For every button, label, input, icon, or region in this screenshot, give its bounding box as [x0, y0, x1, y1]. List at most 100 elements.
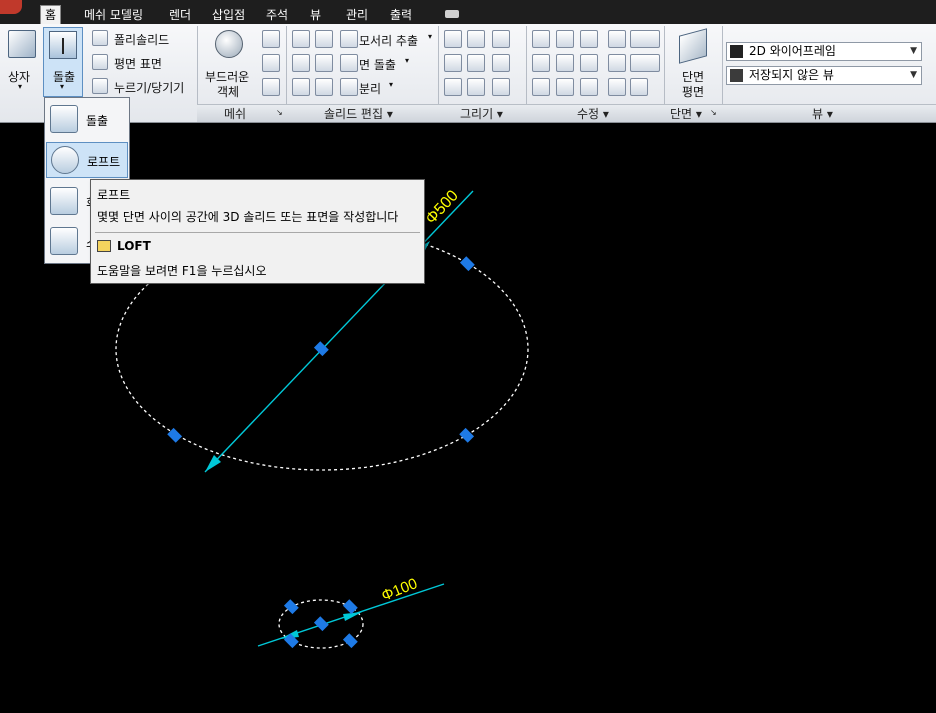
helix-icon[interactable] — [444, 30, 462, 48]
tab-render[interactable]: 렌더 — [165, 6, 195, 24]
spline-icon[interactable] — [444, 54, 462, 72]
ellipse-icon[interactable] — [492, 78, 510, 96]
rectangle-icon[interactable] — [467, 78, 485, 96]
sphere-mesh-icon — [215, 30, 243, 58]
section-plane-label2: 평면 — [682, 85, 705, 99]
convert-to-solid-icon[interactable] — [608, 54, 626, 72]
line-icon[interactable] — [467, 54, 485, 72]
3d-align-icon[interactable] — [608, 30, 626, 48]
tooltip-command: LOFT — [117, 239, 151, 253]
sweep-icon — [50, 227, 78, 255]
tab-overflow-icon[interactable] — [445, 10, 459, 18]
command-icon — [97, 240, 111, 252]
menu-item-loft[interactable]: 로프트 — [46, 142, 128, 178]
mesh-refine-icon[interactable] — [262, 30, 280, 48]
section-plane-icon — [679, 28, 707, 64]
section-plane-button[interactable]: 단면 평면 — [668, 28, 718, 99]
visual-style-dropdown[interactable]: 2D 와이어프레임 ▼ — [726, 42, 922, 61]
polyline-icon[interactable] — [492, 30, 510, 48]
polygon-icon[interactable] — [444, 78, 462, 96]
separate-button[interactable]: 분리 — [359, 80, 381, 97]
extrude-label: 돌출 — [53, 70, 76, 84]
3d-mirror-icon[interactable] — [556, 54, 574, 72]
slice-icon[interactable] — [315, 30, 333, 48]
rotate-icon[interactable] — [580, 54, 598, 72]
panel-modify[interactable]: 수정 ▾ — [577, 105, 609, 122]
tab-mesh-modeling[interactable]: 메쉬 모델링 — [80, 6, 147, 24]
application-menu-button[interactable] — [0, 0, 22, 14]
box-button[interactable]: 상자 ▾ — [4, 28, 38, 94]
tab-home[interactable]: 홈 — [40, 5, 62, 24]
fillet-icon[interactable] — [630, 54, 660, 72]
tab-output[interactable]: 출력 — [386, 6, 416, 24]
match-properties-icon[interactable] — [608, 78, 626, 96]
circle-icon[interactable] — [492, 54, 510, 72]
loft-tooltip: 로프트 몇몇 단면 사이의 공간에 3D 솔리드 또는 표면을 작성합니다 LO… — [90, 179, 425, 284]
tooltip-help: 도움말을 보려면 F1을 누르십시오 — [97, 264, 267, 278]
extract-edges-icon — [340, 30, 358, 48]
planar-surface-button[interactable]: 평면 표면 — [114, 55, 162, 72]
extrude-dropdown-icon: ▾ — [60, 82, 65, 91]
stretch-icon[interactable] — [580, 78, 598, 96]
separate-dropdown-icon[interactable]: ▾ — [389, 80, 393, 89]
chevron-down-icon: ▼ — [910, 70, 917, 80]
presspull-button[interactable]: 누르기/당기기 — [114, 79, 184, 96]
extract-edges-button[interactable]: 모서리 추출 — [359, 32, 418, 49]
trim-icon[interactable] — [630, 78, 648, 96]
face-extrude-icon — [340, 54, 358, 72]
panel-solid-edit[interactable]: 솔리드 편집 ▾ — [324, 105, 393, 122]
3d-rotate-icon[interactable] — [556, 30, 574, 48]
tooltip-description: 몇몇 단면 사이의 공간에 3D 솔리드 또는 표면을 작성합니다 — [97, 210, 399, 224]
union-icon[interactable] — [292, 30, 310, 48]
extract-edges-dropdown-icon[interactable]: ▾ — [428, 32, 432, 41]
planar-surface-icon — [92, 54, 108, 70]
panel-launcher-icon[interactable]: ↘ — [276, 108, 283, 117]
face-extrude-button[interactable]: 면 돌출 — [359, 56, 396, 73]
tooltip-title: 로프트 — [97, 188, 131, 202]
subtract-icon[interactable] — [292, 54, 310, 72]
tab-insert[interactable]: 삽입점 — [208, 6, 249, 24]
wireframe-icon — [730, 45, 743, 58]
tab-manage[interactable]: 관리 — [342, 6, 372, 24]
intersect-icon[interactable] — [292, 78, 310, 96]
revolve-icon — [50, 187, 78, 215]
menu-item-extrude[interactable]: 돌출 — [46, 102, 128, 138]
presspull-icon — [92, 78, 108, 94]
copy-icon[interactable] — [532, 54, 550, 72]
menu-item-label: 돌출 — [86, 114, 109, 128]
extrude-icon — [50, 105, 78, 133]
3d-move-icon[interactable] — [580, 30, 598, 48]
panel-mesh: 메쉬 — [224, 107, 247, 121]
smooth-object-label2: 객체 — [217, 85, 240, 99]
3d-polyline-icon[interactable] — [630, 30, 660, 48]
tooltip-divider — [95, 232, 420, 233]
polysolid-icon — [92, 30, 108, 46]
mesh-uncrease-icon[interactable] — [262, 78, 280, 96]
interfere-icon[interactable] — [315, 54, 333, 72]
tab-view[interactable]: 뷰 — [306, 6, 325, 24]
mesh-crease-icon[interactable] — [262, 54, 280, 72]
loft-icon — [51, 146, 79, 174]
panel-draw[interactable]: 그리기 ▾ — [460, 105, 503, 122]
3d-array-icon[interactable] — [532, 78, 550, 96]
face-extrude-dropdown-icon[interactable]: ▾ — [405, 56, 409, 65]
move-icon[interactable] — [532, 30, 550, 48]
panel-view[interactable]: 뷰 ▾ — [812, 105, 833, 122]
chevron-down-icon: ▼ — [910, 46, 917, 56]
thicken-icon[interactable] — [315, 78, 333, 96]
panel-section[interactable]: 단면 ▾ — [670, 105, 702, 122]
tab-annotate[interactable]: 주석 — [262, 6, 292, 24]
extrude-button[interactable]: 돌출 ▾ — [43, 27, 83, 97]
3d-scale-icon[interactable] — [556, 78, 574, 96]
named-view-value: 저장되지 않은 뷰 — [749, 68, 834, 82]
polysolid-button[interactable]: 폴리솔리드 — [114, 31, 169, 48]
ribbon: 상자 ▾ 돌출 ▾ 폴리솔리드 평면 표면 누르기/당기기 부드러운 객체 모서… — [0, 24, 936, 123]
named-view-dropdown[interactable]: 저장되지 않은 뷰 ▼ — [726, 66, 922, 85]
smooth-object-button[interactable]: 부드러운 객체 — [201, 28, 257, 99]
extrude-icon — [49, 31, 77, 59]
named-view-icon — [730, 69, 743, 82]
panel-launcher-icon[interactable]: ↘ — [710, 108, 717, 117]
menu-item-label: 로프트 — [87, 155, 121, 169]
region-icon[interactable] — [467, 30, 485, 48]
visual-style-value: 2D 와이어프레임 — [749, 44, 836, 58]
